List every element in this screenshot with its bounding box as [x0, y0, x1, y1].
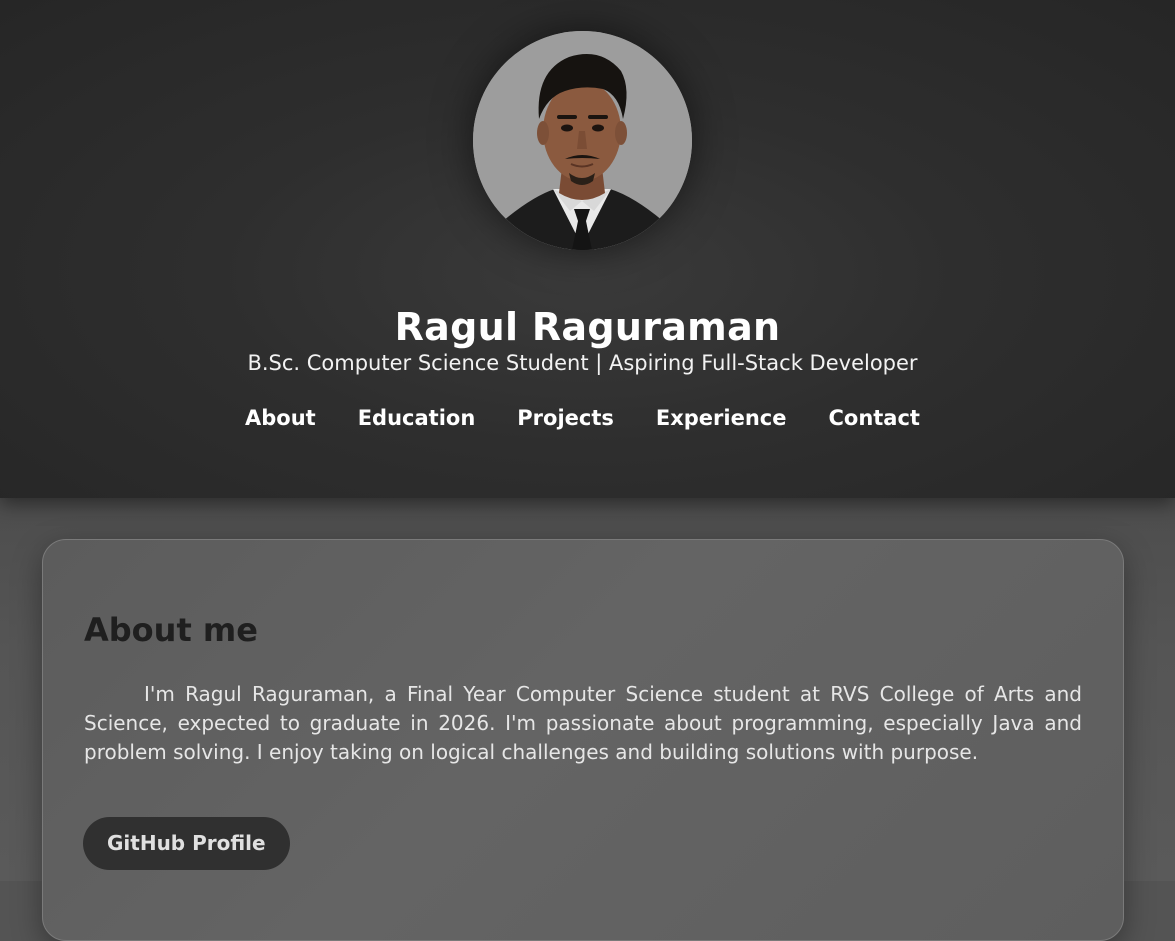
nav-link-projects[interactable]: Projects: [517, 403, 614, 433]
github-profile-button[interactable]: GitHub Profile: [83, 817, 290, 870]
main-nav: About Education Projects Experience Cont…: [0, 403, 1165, 433]
nav-link-about[interactable]: About: [245, 403, 316, 433]
profile-avatar: [473, 31, 692, 250]
profile-photo-icon: [473, 31, 692, 250]
site-header: Ragul Raguraman B.Sc. Computer Science S…: [0, 0, 1175, 498]
profile-tagline: B.Sc. Computer Science Student | Aspirin…: [247, 351, 918, 375]
about-text: I'm Ragul Raguraman, a Final Year Comput…: [84, 682, 1082, 764]
about-heading: About me: [84, 611, 258, 649]
nav-link-contact[interactable]: Contact: [828, 403, 920, 433]
profile-name: Ragul Raguraman: [394, 305, 781, 350]
nav-link-experience[interactable]: Experience: [656, 403, 787, 433]
nav-link-education[interactable]: Education: [358, 403, 476, 433]
